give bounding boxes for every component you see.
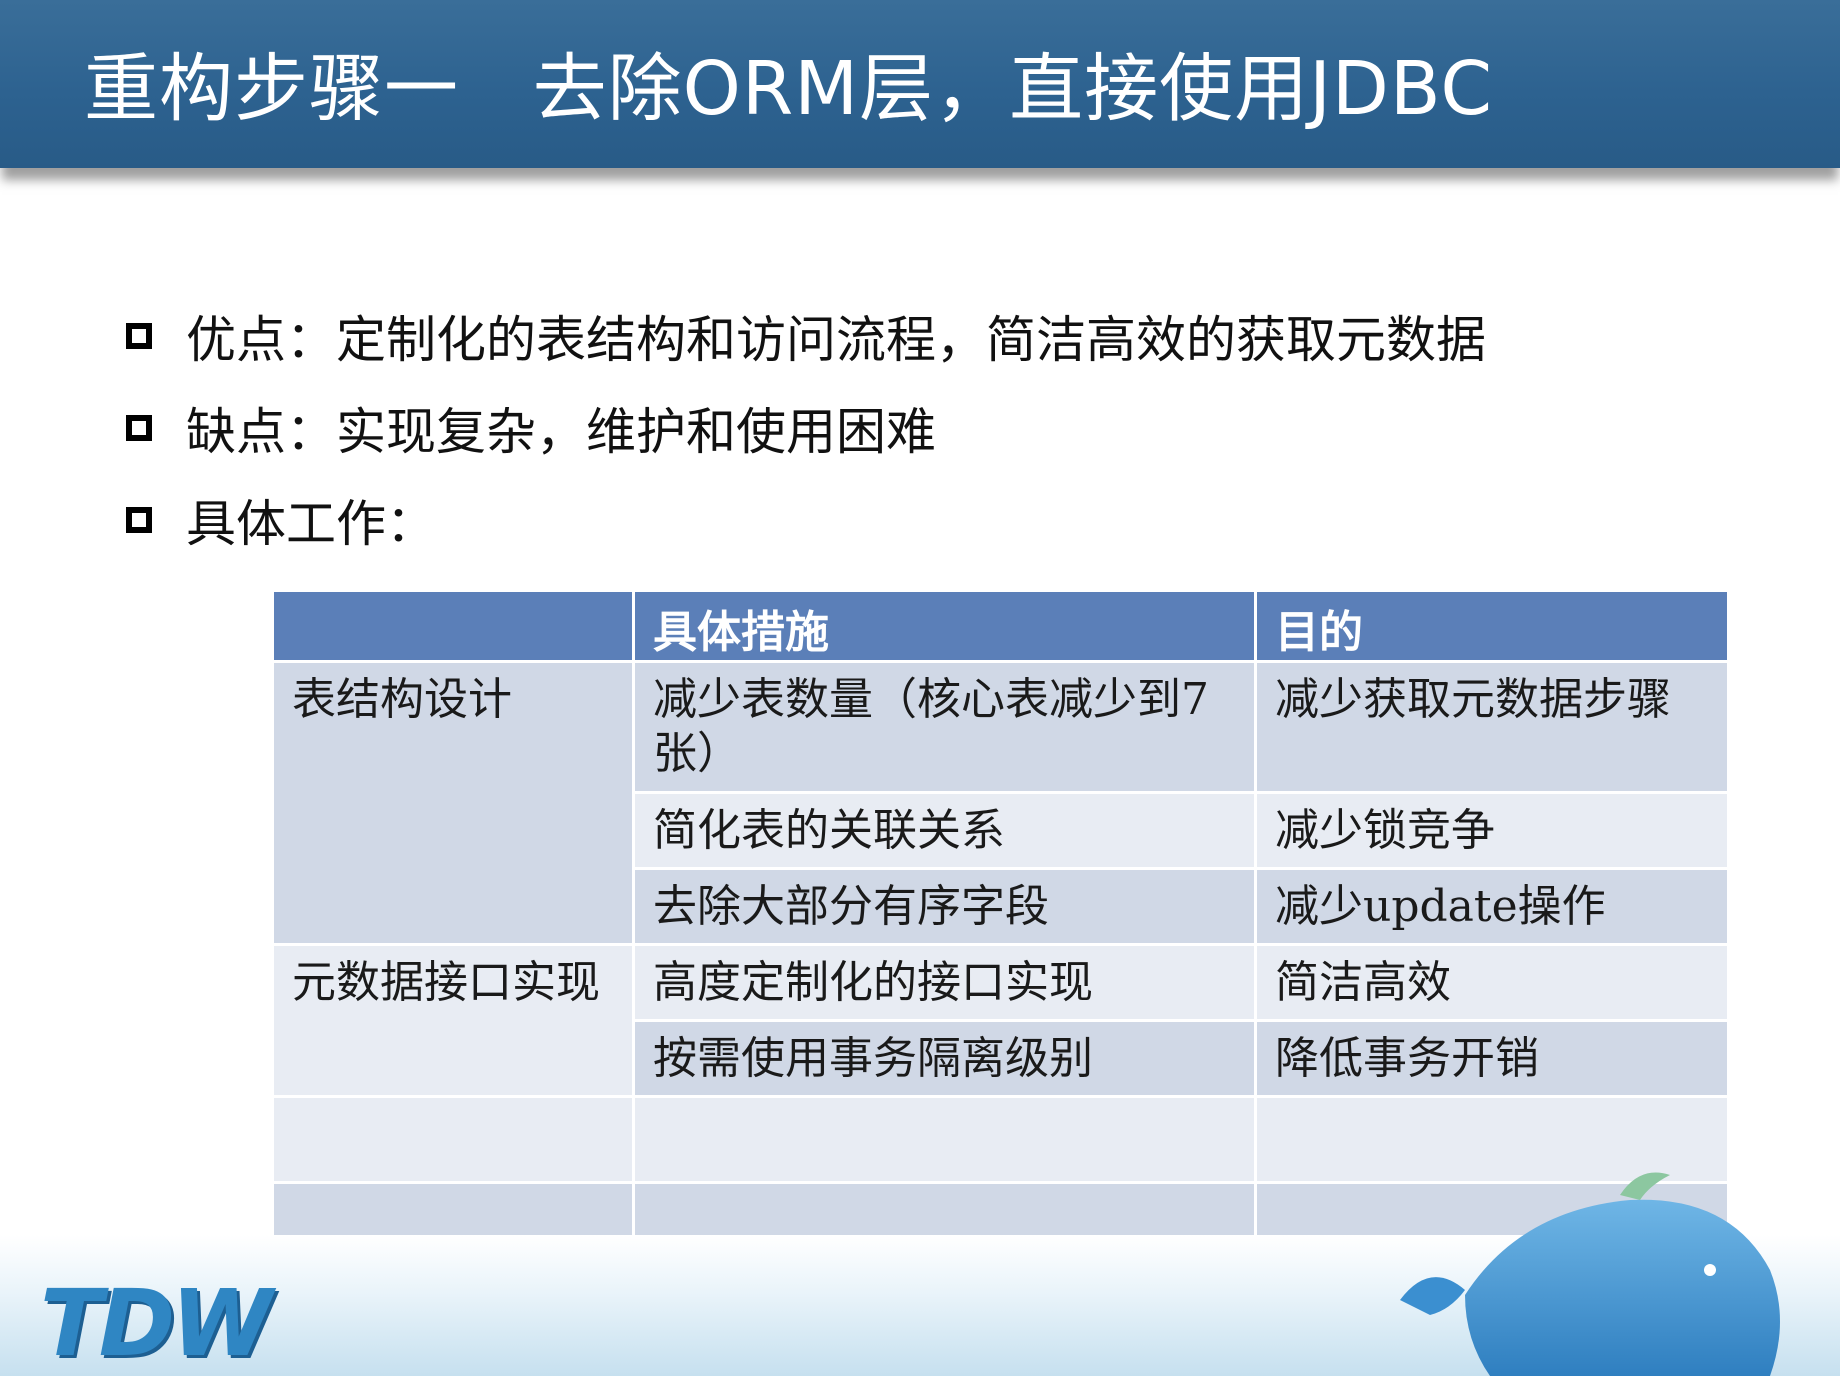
bullet-text: 具体工作： [186, 495, 436, 553]
table-header-cell-blank [271, 589, 635, 663]
purpose-cell: 减少获取元数据步骤 [1254, 660, 1730, 794]
measure-cell: 高度定制化的接口实现 [632, 943, 1257, 1022]
purpose-cell: 降低事务开销 [1254, 1019, 1730, 1098]
slide-title: 重构步骤一 去除ORM层，直接使用JDBC [84, 46, 1494, 132]
whale-icon [1400, 1172, 1780, 1376]
bullet-item-pros: 优点：定制化的表结构和访问流程，简洁高效的获取元数据 [126, 290, 1486, 382]
tdw-logo: TDW [40, 1270, 273, 1377]
bullet-text: 优点：定制化的表结构和访问流程，简洁高效的获取元数据 [186, 311, 1486, 369]
square-bullet-icon [126, 507, 152, 533]
empty-cell [632, 1095, 1257, 1184]
measure-cell: 去除大部分有序字段 [632, 867, 1257, 946]
bullet-list: 优点：定制化的表结构和访问流程，简洁高效的获取元数据 缺点：实现复杂，维护和使用… [126, 290, 1486, 566]
bullet-item-cons: 缺点：实现复杂，维护和使用困难 [126, 382, 1486, 474]
group-label-cell: 表结构设计 [271, 660, 635, 946]
group-label-cell: 元数据接口实现 [271, 943, 635, 1098]
table-row: 表结构设计 减少表数量（核心表减少到7张） 减少获取元数据步骤 [271, 660, 1730, 946]
table-row: 元数据接口实现 高度定制化的接口实现 简洁高效 [271, 943, 1730, 1098]
bullet-item-tasks: 具体工作： [126, 474, 1486, 566]
table-header-cell-purpose: 目的 [1254, 589, 1730, 663]
square-bullet-icon [126, 323, 152, 349]
square-bullet-icon [126, 415, 152, 441]
purpose-cell: 简洁高效 [1254, 943, 1730, 1022]
measure-cell: 按需使用事务隔离级别 [632, 1019, 1257, 1098]
table-header-row: 具体措施 目的 [271, 589, 1730, 663]
purpose-cell: 减少update操作 [1254, 867, 1730, 946]
measure-cell: 减少表数量（核心表减少到7张） [632, 660, 1257, 794]
measure-cell: 简化表的关联关系 [632, 791, 1257, 870]
purpose-cell: 减少锁竞争 [1254, 791, 1730, 870]
table-header-cell-measure: 具体措施 [632, 589, 1257, 663]
title-banner: 重构步骤一 去除ORM层，直接使用JDBC [0, 0, 1840, 168]
bullet-text: 缺点：实现复杂，维护和使用困难 [186, 403, 936, 461]
empty-cell [271, 1095, 635, 1184]
